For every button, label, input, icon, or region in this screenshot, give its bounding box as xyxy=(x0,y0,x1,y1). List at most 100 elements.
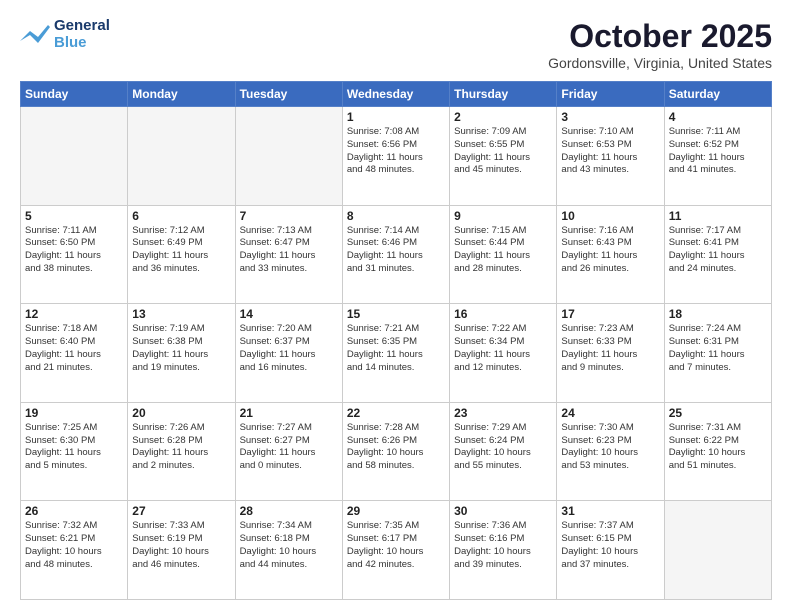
weekday-header-thursday: Thursday xyxy=(450,82,557,107)
calendar-cell: 27 Sunrise: 7:33 AM Sunset: 6:19 PM Dayli… xyxy=(128,501,235,600)
weekday-header-tuesday: Tuesday xyxy=(235,82,342,107)
day-info: Sunrise: 7:37 AM Sunset: 6:15 PM Dayligh… xyxy=(561,520,659,571)
calendar-week-5: 26 Sunrise: 7:32 AM Sunset: 6:21 PM Dayli… xyxy=(21,501,772,600)
day-info: Sunrise: 7:23 AM Sunset: 6:33 PM Dayligh… xyxy=(561,323,659,374)
day-info: Sunrise: 7:18 AM Sunset: 6:40 PM Dayligh… xyxy=(25,323,123,374)
day-info: Sunrise: 7:27 AM Sunset: 6:27 PM Dayligh… xyxy=(240,422,338,473)
day-number: 11 xyxy=(669,209,767,223)
day-info: Sunrise: 7:11 AM Sunset: 6:52 PM Dayligh… xyxy=(669,126,767,177)
day-info: Sunrise: 7:30 AM Sunset: 6:23 PM Dayligh… xyxy=(561,422,659,473)
day-number: 24 xyxy=(561,406,659,420)
day-number: 14 xyxy=(240,307,338,321)
weekday-header-sunday: Sunday xyxy=(21,82,128,107)
calendar-cell: 29 Sunrise: 7:35 AM Sunset: 6:17 PM Dayli… xyxy=(342,501,449,600)
day-info: Sunrise: 7:31 AM Sunset: 6:22 PM Dayligh… xyxy=(669,422,767,473)
day-number: 28 xyxy=(240,504,338,518)
calendar-cell: 21 Sunrise: 7:27 AM Sunset: 6:27 PM Dayli… xyxy=(235,402,342,501)
weekday-header-wednesday: Wednesday xyxy=(342,82,449,107)
calendar-cell: 12Sunrise: 7:18 AM Sunset: 6:40 PM Dayli… xyxy=(21,304,128,403)
day-info: Sunrise: 7:33 AM Sunset: 6:19 PM Dayligh… xyxy=(132,520,230,571)
calendar-cell: 24 Sunrise: 7:30 AM Sunset: 6:23 PM Dayli… xyxy=(557,402,664,501)
header: General Blue October 2025 Gordonsville, … xyxy=(20,18,772,71)
day-number: 19 xyxy=(25,406,123,420)
location: Gordonsville, Virginia, United States xyxy=(548,55,772,71)
weekday-header-saturday: Saturday xyxy=(664,82,771,107)
calendar-cell: 5Sunrise: 7:11 AM Sunset: 6:50 PM Daylig… xyxy=(21,205,128,304)
day-number: 29 xyxy=(347,504,445,518)
day-info: Sunrise: 7:21 AM Sunset: 6:35 PM Dayligh… xyxy=(347,323,445,374)
day-number: 2 xyxy=(454,110,552,124)
calendar-week-1: 1Sunrise: 7:08 AM Sunset: 6:56 PM Daylig… xyxy=(21,107,772,206)
day-number: 15 xyxy=(347,307,445,321)
day-number: 10 xyxy=(561,209,659,223)
calendar-cell: 7Sunrise: 7:13 AM Sunset: 6:47 PM Daylig… xyxy=(235,205,342,304)
day-info: Sunrise: 7:22 AM Sunset: 6:34 PM Dayligh… xyxy=(454,323,552,374)
day-info: Sunrise: 7:26 AM Sunset: 6:28 PM Dayligh… xyxy=(132,422,230,473)
day-info: Sunrise: 7:10 AM Sunset: 6:53 PM Dayligh… xyxy=(561,126,659,177)
day-number: 18 xyxy=(669,307,767,321)
day-number: 26 xyxy=(25,504,123,518)
day-number: 16 xyxy=(454,307,552,321)
calendar-week-2: 5Sunrise: 7:11 AM Sunset: 6:50 PM Daylig… xyxy=(21,205,772,304)
calendar-cell xyxy=(235,107,342,206)
calendar-cell: 14 Sunrise: 7:20 AM Sunset: 6:37 PM Dayli… xyxy=(235,304,342,403)
weekday-header-row: SundayMondayTuesdayWednesdayThursdayFrid… xyxy=(21,82,772,107)
calendar-cell: 16 Sunrise: 7:22 AM Sunset: 6:34 PM Dayli… xyxy=(450,304,557,403)
day-number: 20 xyxy=(132,406,230,420)
day-number: 4 xyxy=(669,110,767,124)
calendar-cell: 26 Sunrise: 7:32 AM Sunset: 6:21 PM Dayli… xyxy=(21,501,128,600)
day-info: Sunrise: 7:35 AM Sunset: 6:17 PM Dayligh… xyxy=(347,520,445,571)
day-info: Sunrise: 7:20 AM Sunset: 6:37 PM Dayligh… xyxy=(240,323,338,374)
calendar-cell: 22Sunrise: 7:28 AM Sunset: 6:26 PM Dayli… xyxy=(342,402,449,501)
calendar-cell: 8 Sunrise: 7:14 AM Sunset: 6:46 PM Daylig… xyxy=(342,205,449,304)
calendar-cell: 13Sunrise: 7:19 AM Sunset: 6:38 PM Dayli… xyxy=(128,304,235,403)
calendar-cell: 3 Sunrise: 7:10 AM Sunset: 6:53 PM Daylig… xyxy=(557,107,664,206)
day-number: 6 xyxy=(132,209,230,223)
day-number: 13 xyxy=(132,307,230,321)
calendar-cell: 6 Sunrise: 7:12 AM Sunset: 6:49 PM Daylig… xyxy=(128,205,235,304)
calendar-cell: 11Sunrise: 7:17 AM Sunset: 6:41 PM Dayli… xyxy=(664,205,771,304)
day-number: 25 xyxy=(669,406,767,420)
calendar-table: SundayMondayTuesdayWednesdayThursdayFrid… xyxy=(20,81,772,600)
calendar-cell: 30Sunrise: 7:36 AM Sunset: 6:16 PM Dayli… xyxy=(450,501,557,600)
calendar-cell: 20 Sunrise: 7:26 AM Sunset: 6:28 PM Dayli… xyxy=(128,402,235,501)
day-number: 23 xyxy=(454,406,552,420)
calendar-cell: 17Sunrise: 7:23 AM Sunset: 6:33 PM Dayli… xyxy=(557,304,664,403)
logo-icon xyxy=(20,23,50,47)
day-info: Sunrise: 7:24 AM Sunset: 6:31 PM Dayligh… xyxy=(669,323,767,374)
day-number: 9 xyxy=(454,209,552,223)
calendar-cell: 4 Sunrise: 7:11 AM Sunset: 6:52 PM Daylig… xyxy=(664,107,771,206)
calendar-cell: 9 Sunrise: 7:15 AM Sunset: 6:44 PM Daylig… xyxy=(450,205,557,304)
calendar-cell: 18 Sunrise: 7:24 AM Sunset: 6:31 PM Dayli… xyxy=(664,304,771,403)
day-info: Sunrise: 7:16 AM Sunset: 6:43 PM Dayligh… xyxy=(561,225,659,276)
day-info: Sunrise: 7:09 AM Sunset: 6:55 PM Dayligh… xyxy=(454,126,552,177)
calendar-week-3: 12Sunrise: 7:18 AM Sunset: 6:40 PM Dayli… xyxy=(21,304,772,403)
calendar-cell: 31Sunrise: 7:37 AM Sunset: 6:15 PM Dayli… xyxy=(557,501,664,600)
day-number: 3 xyxy=(561,110,659,124)
page: General Blue October 2025 Gordonsville, … xyxy=(0,0,792,612)
day-info: Sunrise: 7:36 AM Sunset: 6:16 PM Dayligh… xyxy=(454,520,552,571)
day-number: 8 xyxy=(347,209,445,223)
calendar-cell xyxy=(128,107,235,206)
day-info: Sunrise: 7:34 AM Sunset: 6:18 PM Dayligh… xyxy=(240,520,338,571)
calendar-cell: 28 Sunrise: 7:34 AM Sunset: 6:18 PM Dayli… xyxy=(235,501,342,600)
day-number: 22 xyxy=(347,406,445,420)
logo-text: General Blue xyxy=(54,18,110,51)
calendar-body: 1Sunrise: 7:08 AM Sunset: 6:56 PM Daylig… xyxy=(21,107,772,600)
title-area: October 2025 Gordonsville, Virginia, Uni… xyxy=(548,18,772,71)
day-info: Sunrise: 7:32 AM Sunset: 6:21 PM Dayligh… xyxy=(25,520,123,571)
day-info: Sunrise: 7:29 AM Sunset: 6:24 PM Dayligh… xyxy=(454,422,552,473)
day-info: Sunrise: 7:25 AM Sunset: 6:30 PM Dayligh… xyxy=(25,422,123,473)
weekday-header-friday: Friday xyxy=(557,82,664,107)
day-number: 21 xyxy=(240,406,338,420)
day-info: Sunrise: 7:15 AM Sunset: 6:44 PM Dayligh… xyxy=(454,225,552,276)
day-info: Sunrise: 7:14 AM Sunset: 6:46 PM Dayligh… xyxy=(347,225,445,276)
calendar-cell: 1Sunrise: 7:08 AM Sunset: 6:56 PM Daylig… xyxy=(342,107,449,206)
calendar-cell: 19 Sunrise: 7:25 AM Sunset: 6:30 PM Dayli… xyxy=(21,402,128,501)
day-number: 27 xyxy=(132,504,230,518)
month-title: October 2025 xyxy=(548,18,772,55)
calendar-cell: 15 Sunrise: 7:21 AM Sunset: 6:35 PM Dayli… xyxy=(342,304,449,403)
calendar-cell: 2 Sunrise: 7:09 AM Sunset: 6:55 PM Daylig… xyxy=(450,107,557,206)
day-info: Sunrise: 7:12 AM Sunset: 6:49 PM Dayligh… xyxy=(132,225,230,276)
calendar-cell: 10 Sunrise: 7:16 AM Sunset: 6:43 PM Dayli… xyxy=(557,205,664,304)
